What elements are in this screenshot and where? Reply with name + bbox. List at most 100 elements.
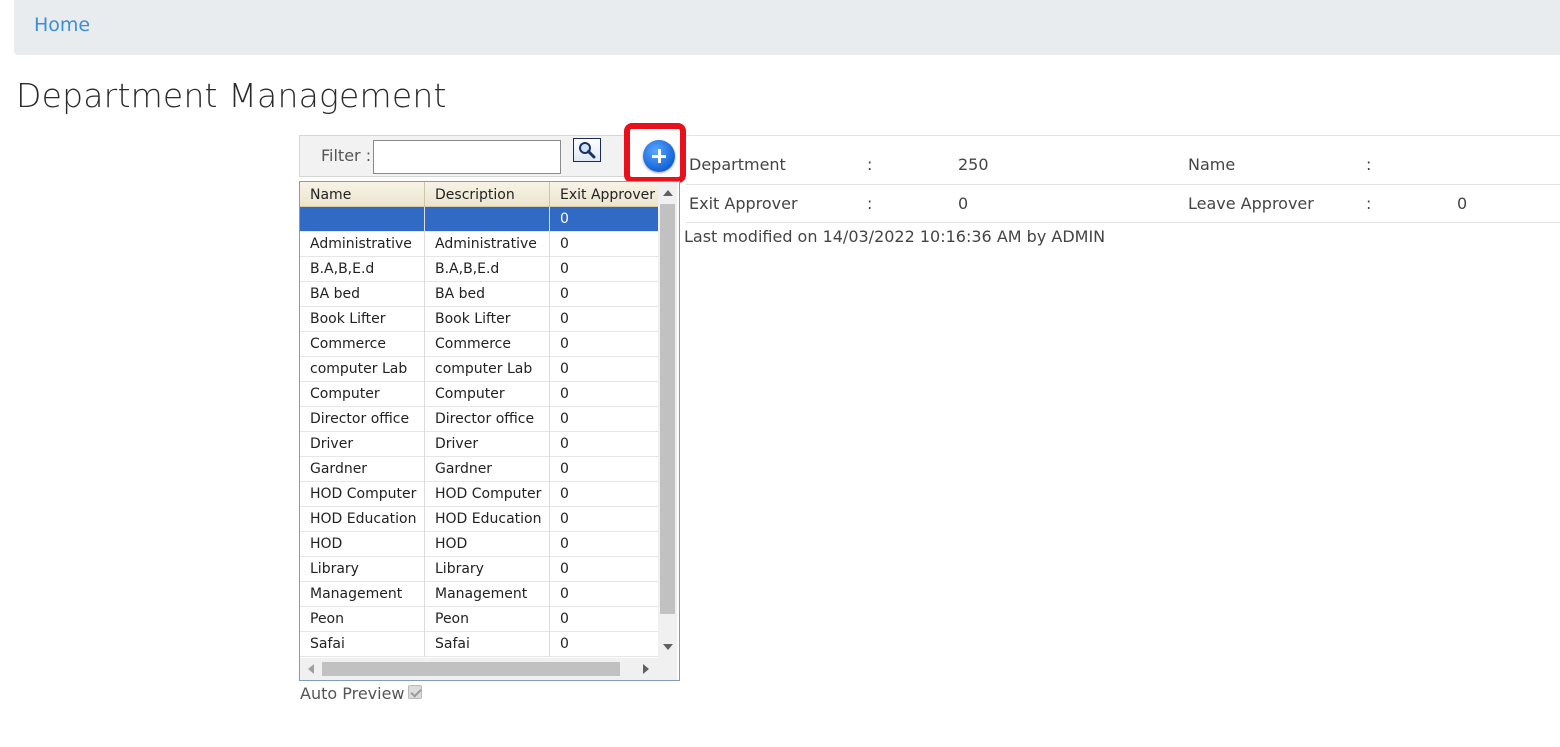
cell-name: computer Lab	[300, 357, 425, 382]
cell-description: Peon	[425, 607, 550, 632]
grid-header: Name Description Exit Approver	[300, 182, 658, 207]
column-header-exit-approver[interactable]: Exit Approver	[550, 182, 658, 207]
cell-name: BA bed	[300, 282, 425, 307]
table-row[interactable]: HOD HOD 0	[300, 532, 658, 557]
cell-exit-approver: 0	[560, 636, 569, 652]
table-row[interactable]: HOD Computer HOD Computer 0	[300, 482, 658, 507]
cell-exit-approver: 0	[560, 561, 569, 577]
cell-exit-approver: 0	[560, 211, 569, 227]
cell-description: Book Lifter	[425, 307, 550, 332]
table-row[interactable]: Book Lifter Book Lifter 0	[300, 307, 658, 332]
name-separator: :	[1366, 155, 1372, 174]
cell-name: HOD	[300, 532, 425, 557]
table-row[interactable]: Administrative Administrative 0	[300, 232, 658, 257]
cell-exit-approver: 0	[560, 436, 569, 452]
cell-exit-approver: 0	[560, 486, 569, 502]
leave-approver-value: 0	[1457, 194, 1468, 213]
cell-name: Commerce	[300, 332, 425, 357]
table-row[interactable]: Driver Driver 0	[300, 432, 658, 457]
table-row[interactable]: computer Lab computer Lab 0	[300, 357, 658, 382]
column-header-name[interactable]: Name	[300, 182, 425, 207]
cell-description: Computer	[425, 382, 550, 407]
cell-exit-approver: 0	[560, 411, 569, 427]
cell-name: Peon	[300, 607, 425, 632]
cell-name: Management	[300, 582, 425, 607]
column-header-description[interactable]: Description	[425, 182, 550, 207]
cell-description: Gardner	[425, 457, 550, 482]
vertical-scrollbar[interactable]	[658, 182, 677, 658]
cell-description: Safai	[425, 632, 550, 657]
search-button[interactable]	[573, 138, 601, 162]
cell-exit-approver: 0	[560, 461, 569, 477]
horizontal-scroll-thumb[interactable]	[322, 662, 620, 676]
cell-description: HOD Education	[425, 507, 550, 532]
leave-approver-separator: :	[1366, 194, 1372, 213]
table-row[interactable]: Library Library 0	[300, 557, 658, 582]
table-row[interactable]: Director office Director office 0	[300, 407, 658, 432]
add-department-button[interactable]	[643, 140, 675, 172]
details-divider	[686, 222, 1560, 223]
name-label: Name	[1188, 155, 1236, 174]
breadcrumb-home-link[interactable]: Home	[34, 14, 90, 36]
auto-preview-checkbox[interactable]	[408, 685, 422, 699]
scroll-left-arrow-icon[interactable]	[308, 664, 314, 674]
table-row[interactable]: Safai Safai 0	[300, 632, 658, 657]
cell-description: HOD Computer	[425, 482, 550, 507]
cell-exit-approver: 0	[560, 311, 569, 327]
table-row[interactable]: BA bed BA bed 0	[300, 282, 658, 307]
last-modified-text: Last modified on 14/03/2022 10:16:36 AM …	[684, 227, 1106, 246]
cell-description: Library	[425, 557, 550, 582]
details-divider	[686, 135, 1560, 136]
cell-name: Driver	[300, 432, 425, 457]
cell-exit-approver: 0	[560, 611, 569, 627]
exit-approver-separator: :	[867, 194, 873, 213]
cell-name: Computer	[300, 382, 425, 407]
table-row[interactable]: B.A,B,E.d B.A,B,E.d 0	[300, 257, 658, 282]
table-row[interactable]: HOD Education HOD Education 0	[300, 507, 658, 532]
cell-exit-approver: 0	[560, 536, 569, 552]
cell-name: Library	[300, 557, 425, 582]
cell-description: BA bed	[425, 282, 550, 307]
cell-description: Administrative	[425, 232, 550, 257]
cell-description: Driver	[425, 432, 550, 457]
cell-description: HOD	[425, 532, 550, 557]
cell-description: computer Lab	[425, 357, 550, 382]
vertical-scroll-thumb[interactable]	[660, 204, 675, 614]
cell-exit-approver: 0	[560, 586, 569, 602]
department-value: 250	[958, 155, 989, 174]
cell-description	[425, 207, 550, 232]
cell-name: Safai	[300, 632, 425, 657]
exit-approver-label: Exit Approver	[689, 194, 798, 213]
filter-input[interactable]	[373, 140, 561, 174]
table-row[interactable]: Gardner Gardner 0	[300, 457, 658, 482]
filter-label: Filter :	[321, 146, 372, 165]
cell-name: Director office	[300, 407, 425, 432]
department-separator: :	[867, 155, 873, 174]
scroll-down-arrow-icon[interactable]	[663, 644, 673, 650]
cell-exit-approver: 0	[560, 236, 569, 252]
table-row[interactable]: Management Management 0	[300, 582, 658, 607]
cell-exit-approver: 0	[560, 511, 569, 527]
cell-name: HOD Computer	[300, 482, 425, 507]
cell-description: Director office	[425, 407, 550, 432]
page-title: Department Management	[16, 76, 447, 115]
table-row[interactable]: 0	[300, 207, 658, 232]
scroll-corner	[658, 658, 677, 680]
cell-exit-approver: 0	[560, 286, 569, 302]
table-row[interactable]: Computer Computer 0	[300, 382, 658, 407]
cell-description: B.A,B,E.d	[425, 257, 550, 282]
cell-exit-approver: 0	[560, 261, 569, 277]
scroll-right-arrow-icon[interactable]	[643, 664, 649, 674]
cell-name: Gardner	[300, 457, 425, 482]
cell-exit-approver: 0	[560, 361, 569, 377]
department-label: Department	[689, 155, 786, 174]
horizontal-scrollbar[interactable]	[300, 658, 658, 680]
cell-exit-approver: 0	[560, 386, 569, 402]
table-row[interactable]: Commerce Commerce 0	[300, 332, 658, 357]
leave-approver-label: Leave Approver	[1188, 194, 1314, 213]
table-row[interactable]: Peon Peon 0	[300, 607, 658, 632]
cell-name	[300, 207, 425, 232]
exit-approver-value: 0	[958, 194, 969, 213]
scroll-up-arrow-icon[interactable]	[663, 190, 673, 196]
auto-preview-label: Auto Preview	[300, 684, 405, 703]
